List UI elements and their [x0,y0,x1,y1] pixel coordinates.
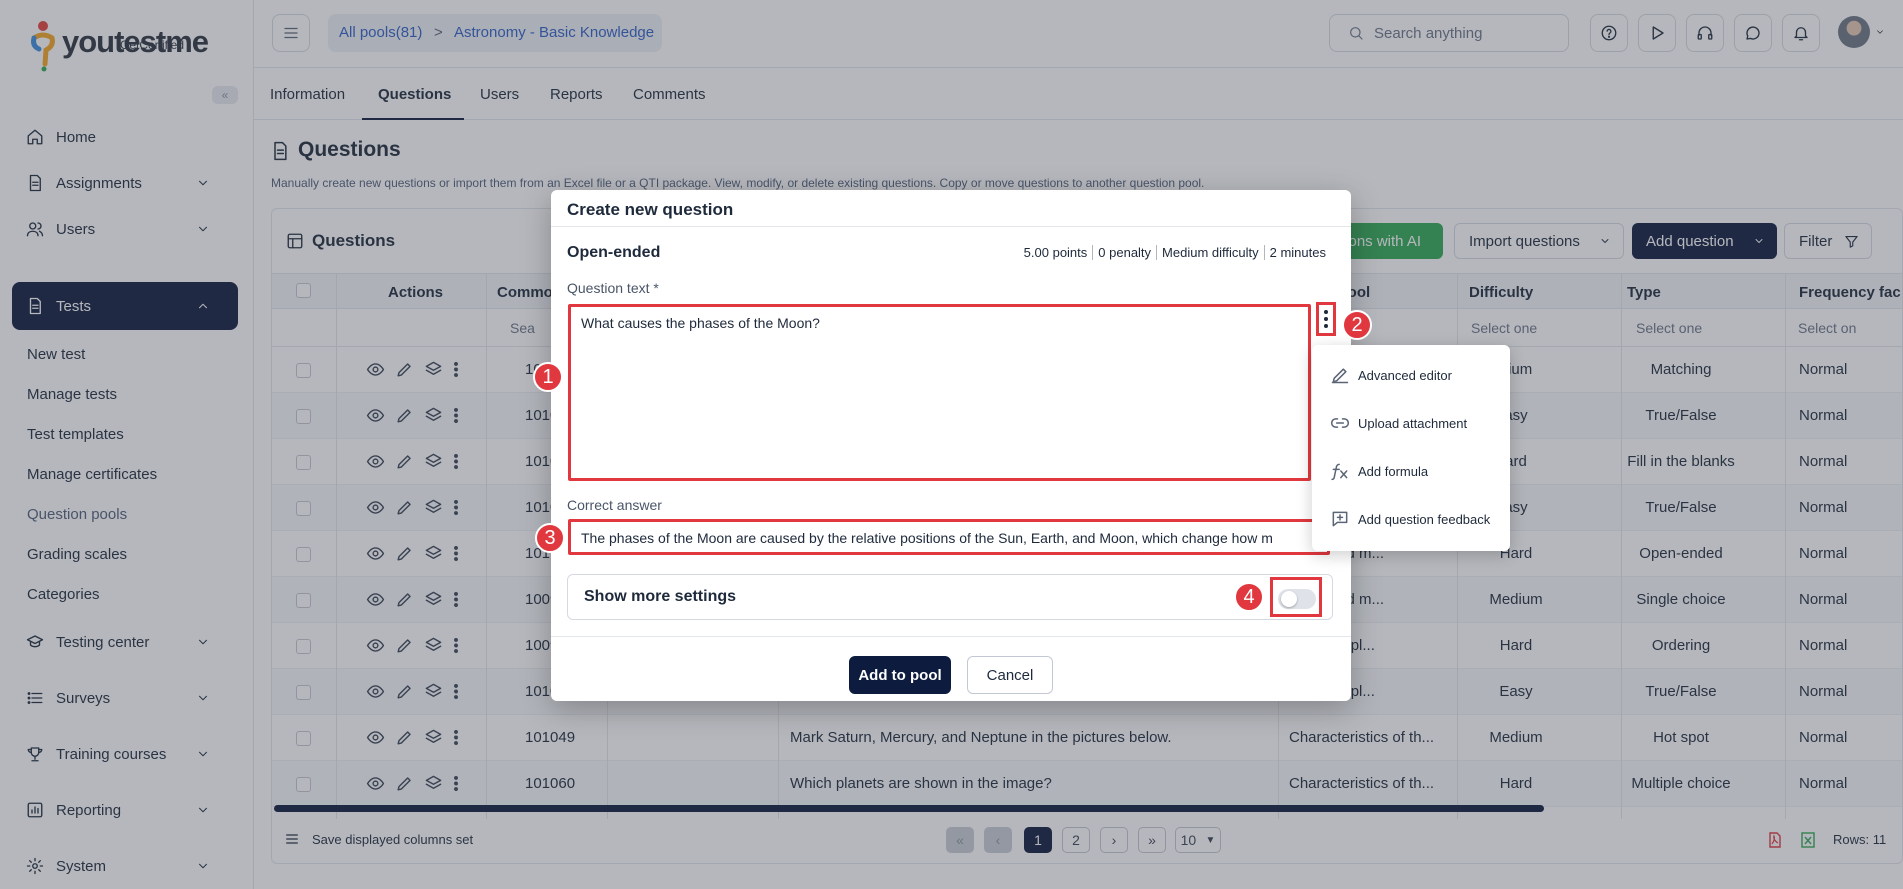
modal-title: Create new question [567,200,734,219]
menu-item-label: Add question feedback [1358,511,1491,527]
menu-item-add-formula[interactable]: Add formula [1330,461,1428,481]
toggle-track [1278,589,1316,609]
question-options-button[interactable] [1316,302,1336,336]
step-marker-3: 3 [535,523,565,553]
link-icon [1330,418,1350,428]
kebab-menu-icon [1324,310,1328,328]
create-question-modal: Create new question Open-ended 5.00 poin… [551,190,1351,701]
step-marker-1: 1 [533,362,563,392]
menu-item-add-feedback[interactable]: Add question feedback [1330,509,1490,529]
menu-item-advanced-editor[interactable]: Advanced editor [1330,365,1452,385]
menu-item-label: Upload attachment [1358,415,1468,431]
meta-difficulty: Medium difficulty [1156,245,1264,260]
correct-answer-input[interactable]: The phases of the Moon are caused by the… [568,519,1330,555]
more-settings-section: Show more settings [567,574,1333,620]
question-text-label: Question text * [567,280,659,296]
correct-answer-label: Correct answer [567,497,662,513]
meta-points: 5.00 points [1023,245,1088,260]
question-type: Open-ended [567,244,661,261]
step-marker-2: 2 [1342,310,1372,340]
toggle-knob [1281,591,1297,607]
question-text-input[interactable]: What causes the phases of the Moon? [568,304,1311,481]
menu-item-label: Advanced editor [1358,367,1452,383]
divider [551,636,1351,637]
formula-icon [1331,463,1348,481]
add-to-pool-button[interactable]: Add to pool [849,656,951,694]
meta-penalty: 0 penalty [1092,245,1156,260]
more-settings-label: Show more settings [584,588,737,605]
question-meta[interactable]: 5.00 points 0 penalty Medium difficulty … [1019,245,1331,260]
cancel-button[interactable]: Cancel [967,656,1053,694]
feedback-icon [1332,511,1348,527]
pen-icon [1331,368,1349,384]
more-settings-toggle[interactable] [1270,577,1322,617]
question-options-menu: Advanced editor Upload attachment Add fo… [1312,345,1510,551]
menu-item-label: Add formula [1358,463,1429,479]
step-marker-4: 4 [1234,582,1264,612]
menu-item-upload-attachment[interactable]: Upload attachment [1330,413,1467,433]
meta-time: 2 minutes [1263,245,1331,260]
divider [551,226,1351,227]
